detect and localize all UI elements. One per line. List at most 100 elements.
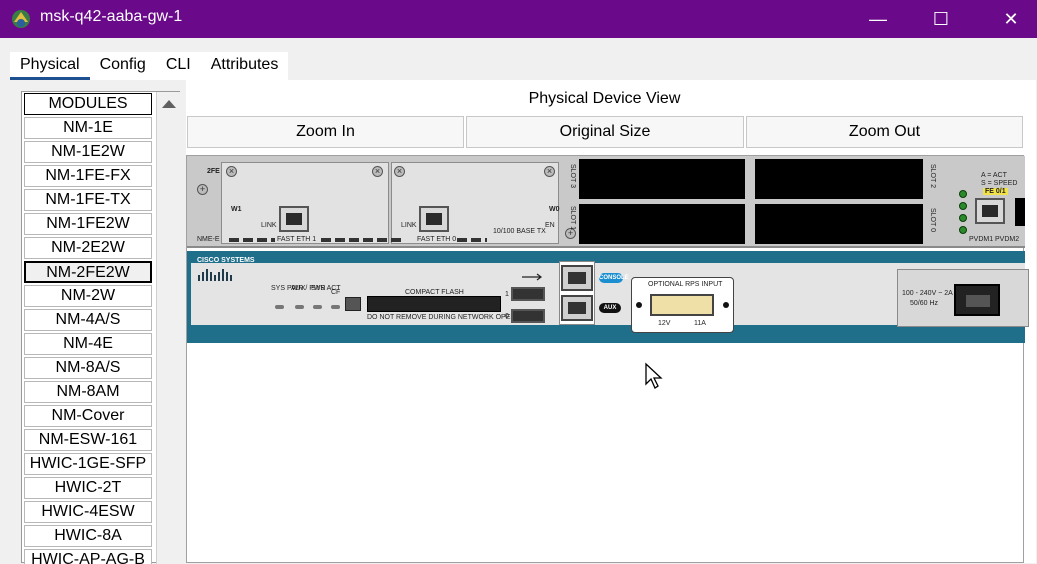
cisco-logo-icon <box>198 269 232 281</box>
modules-panel: MODULES NM-1E NM-1E2W NM-1FE-FX NM-1FE-T… <box>21 91 180 564</box>
module-item[interactable]: NM-1FE-TX <box>24 189 152 211</box>
module-item[interactable]: NM-8A/S <box>24 357 152 379</box>
link-label: LINK <box>261 222 277 229</box>
rps-12v-label: 12V <box>658 320 671 327</box>
aux-label: AUX <box>599 303 621 313</box>
rps-11a-label: 11A <box>694 320 706 327</box>
usb1-label: 1 <box>505 291 509 298</box>
status-led-icon <box>959 214 967 222</box>
compact-flash-slot[interactable] <box>367 296 501 312</box>
usb0-label: 0 <box>505 313 509 320</box>
base-tx-label: 10/100 BASE TX <box>493 228 546 235</box>
module-item[interactable]: NM-4A/S <box>24 309 152 331</box>
speed-legend: S = SPEED <box>981 180 1018 187</box>
minimize-button[interactable]: — <box>855 0 901 38</box>
original-size-button[interactable]: Original Size <box>466 116 744 148</box>
fe01-label: FE 0/1 <box>983 188 1008 195</box>
module-item-selected[interactable]: NM-2FE2W <box>24 261 152 283</box>
status-led-icon <box>959 202 967 210</box>
module-item[interactable]: HWIC-AP-AG-B <box>24 549 152 564</box>
slot0-label: SLOT 0 <box>929 208 936 232</box>
tab-strip: Physical Config CLI Attributes <box>10 52 289 80</box>
module-item[interactable]: NM-1FE-FX <box>24 165 152 187</box>
sys-act-led-icon <box>313 305 322 309</box>
aux-port[interactable] <box>561 295 593 321</box>
empty-slot[interactable] <box>579 159 745 199</box>
sys-pwr-led-icon <box>275 305 284 309</box>
fast-ethernet-port-1[interactable] <box>279 206 309 232</box>
console-label: CONSOLE <box>599 273 629 283</box>
module-item[interactable]: NM-1E <box>24 117 152 139</box>
tab-cli[interactable]: CLI <box>156 52 201 80</box>
module-item[interactable]: NM-4E <box>24 333 152 355</box>
module-item[interactable]: HWIC-8A <box>24 525 152 547</box>
usb-port-1[interactable] <box>511 287 545 301</box>
w1-label: W1 <box>231 206 242 213</box>
vent-slots <box>457 238 487 242</box>
module-item[interactable]: HWIC-2T <box>24 477 152 499</box>
usb-icon <box>522 273 542 281</box>
cf-led-label: CF <box>331 289 341 296</box>
aux-pwr-led-icon <box>295 305 304 309</box>
physical-device-panel: Physical Device View Zoom In Original Si… <box>186 80 1036 563</box>
router-module-bay: + 2FE 2W NME-E × × × × W1 LINK FAST ETH … <box>187 156 1025 248</box>
router-front-panel: CISCO SYSTEMS SYS PWR AUX/ PWR SYS ACT C… <box>187 251 1029 343</box>
pvdm1-label: PVDM1 <box>969 236 994 243</box>
screw-icon: × <box>226 166 237 177</box>
fast-ethernet-port-0[interactable] <box>419 206 449 232</box>
device-canvas[interactable]: + 2FE 2W NME-E × × × × W1 LINK FAST ETH … <box>186 155 1029 563</box>
slot1-label: SLOT 1 <box>569 206 576 230</box>
screw-icon: × <box>394 166 405 177</box>
rps-screw-icon <box>636 302 642 308</box>
rps-connector[interactable] <box>650 294 714 316</box>
vent-slots <box>321 238 405 242</box>
compact-flash-label: COMPACT FLASH <box>405 289 464 296</box>
nme-label: NME-E <box>197 236 220 243</box>
fast-eth0-label: FAST ETH 0 <box>417 236 457 243</box>
window-title: msk-q42-aaba-gw-1 <box>40 8 183 25</box>
console-port[interactable] <box>561 265 593 291</box>
tab-config[interactable]: Config <box>90 52 156 80</box>
en-label: EN <box>545 222 555 229</box>
link-label: LINK <box>401 222 417 229</box>
cf-eject-button[interactable] <box>345 297 361 311</box>
rps-title-label: OPTIONAL RPS INPUT <box>648 281 723 288</box>
empty-slot[interactable] <box>755 204 923 244</box>
close-button[interactable]: ✕ <box>988 0 1034 38</box>
slot3-label: SLOT 3 <box>569 164 576 188</box>
zoom-out-button[interactable]: Zoom Out <box>746 116 1023 148</box>
tab-physical[interactable]: Physical <box>10 52 90 80</box>
module-item[interactable]: HWIC-1GE-SFP <box>24 453 152 475</box>
cisco-brand-label: CISCO SYSTEMS <box>197 257 255 264</box>
power-rating-label: 100 - 240V ~ 2A <box>902 290 953 297</box>
zoom-in-button[interactable]: Zoom In <box>187 116 464 148</box>
tab-bar: Physical Config CLI Attributes <box>0 38 1037 80</box>
pvdm2-label: PVDM2 <box>995 236 1020 243</box>
tab-attributes[interactable]: Attributes <box>201 52 289 80</box>
scroll-up-arrow-icon[interactable] <box>162 100 176 108</box>
usb-port-0[interactable] <box>511 309 545 323</box>
module-item[interactable]: NM-1FE2W <box>24 213 152 235</box>
maximize-button[interactable]: ☐ <box>918 0 964 38</box>
act-legend: A = ACT <box>981 172 1007 179</box>
status-led-icon <box>959 190 967 198</box>
status-led-icon <box>959 226 967 234</box>
mouse-cursor-icon <box>645 362 663 389</box>
module-item[interactable]: HWIC-4ESW <box>24 501 152 523</box>
module-item[interactable]: NM-2E2W <box>24 237 152 259</box>
module-item[interactable]: NM-1E2W <box>24 141 152 163</box>
empty-slot[interactable] <box>579 204 745 244</box>
screw-icon: × <box>372 166 383 177</box>
empty-slot[interactable] <box>755 159 923 199</box>
module-item[interactable]: NM-2W <box>24 285 152 307</box>
module-item[interactable]: NM-8AM <box>24 381 152 403</box>
vent-slots <box>229 238 275 242</box>
power-switch[interactable] <box>954 284 1000 316</box>
module-item[interactable]: NM-Cover <box>24 405 152 427</box>
module-item[interactable]: NM-ESW-161 <box>24 429 152 451</box>
power-supply-panel: 100 - 240V ~ 2A 50/60 Hz <box>897 269 1029 327</box>
modules-scrollbar[interactable] <box>156 92 180 564</box>
modules-header: MODULES <box>24 93 152 115</box>
modules-list[interactable]: MODULES NM-1E NM-1E2W NM-1FE-FX NM-1FE-T… <box>22 92 155 564</box>
fast-ethernet-0-1-port[interactable] <box>975 198 1005 224</box>
